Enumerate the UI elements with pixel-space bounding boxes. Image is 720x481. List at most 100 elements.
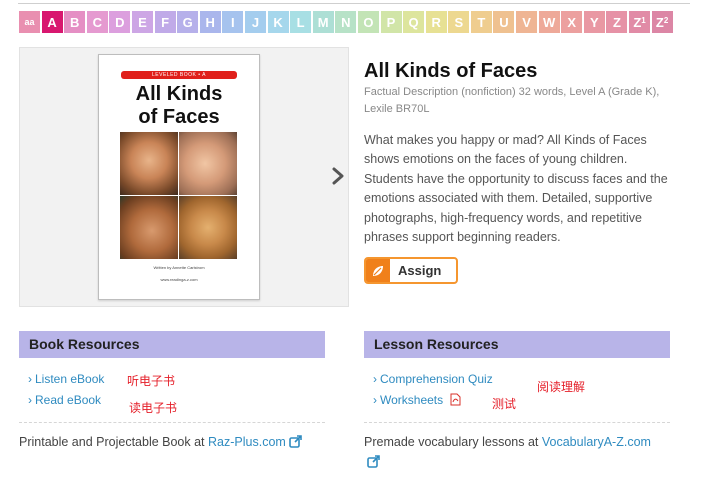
level-label: M bbox=[317, 14, 329, 30]
chevron-right-icon: › bbox=[28, 393, 32, 407]
level-v[interactable]: V bbox=[516, 11, 538, 33]
chevron-right-icon: › bbox=[373, 372, 377, 386]
level-label: B bbox=[69, 14, 80, 30]
level-c[interactable]: C bbox=[86, 11, 108, 33]
level-r[interactable]: R bbox=[425, 11, 447, 33]
level-i[interactable]: I bbox=[222, 11, 244, 33]
read-ebook-note: 读电子书 bbox=[129, 401, 178, 415]
level-g[interactable]: G bbox=[177, 11, 199, 33]
cover-title-line1: All Kinds bbox=[135, 83, 223, 105]
level-label: R bbox=[431, 14, 441, 30]
level-label: L bbox=[296, 14, 305, 30]
leveled-book-band: LEVELED BOOK • A bbox=[121, 71, 237, 79]
level-superscript: 1 bbox=[641, 15, 646, 25]
listen-ebook-note: 听电子书 bbox=[127, 374, 176, 388]
level-z2[interactable]: Z2 bbox=[651, 11, 673, 33]
book-title: All Kinds of Faces bbox=[364, 60, 538, 82]
assign-button[interactable]: Assign bbox=[364, 257, 458, 284]
level-label: X bbox=[567, 14, 577, 30]
level-label: F bbox=[161, 14, 170, 30]
level-label: S bbox=[454, 14, 464, 30]
cover-photos bbox=[120, 132, 237, 259]
level-label: Y bbox=[590, 14, 599, 30]
chevron-right-icon: › bbox=[28, 372, 32, 386]
lesson-resources-footer-text: Premade vocabulary lessons at bbox=[364, 435, 542, 449]
top-divider bbox=[18, 3, 690, 4]
level-o[interactable]: O bbox=[357, 11, 379, 33]
level-e[interactable]: E bbox=[131, 11, 153, 33]
read-ebook-link[interactable]: › Read eBook bbox=[28, 393, 101, 407]
level-a[interactable]: A bbox=[41, 11, 63, 33]
level-label: Z bbox=[655, 14, 664, 30]
level-m[interactable]: M bbox=[312, 11, 334, 33]
level-l[interactable]: L bbox=[290, 11, 312, 33]
cover-author: Written by Annette Carlstrom bbox=[153, 265, 205, 270]
level-label: D bbox=[115, 14, 125, 30]
level-j[interactable]: J bbox=[244, 11, 266, 33]
level-b[interactable]: B bbox=[64, 11, 86, 33]
book-description: What makes you happy or mad? All Kinds o… bbox=[364, 133, 668, 245]
level-label: Q bbox=[408, 14, 419, 30]
level-label: G bbox=[182, 14, 193, 30]
lesson-resources-heading: Lesson Resources bbox=[364, 331, 670, 358]
chevron-right-icon: › bbox=[373, 393, 377, 407]
level-w[interactable]: W bbox=[538, 11, 560, 33]
external-link-icon[interactable] bbox=[367, 455, 380, 468]
next-page-chevron-icon[interactable] bbox=[330, 166, 346, 186]
worksheets-label: Worksheets bbox=[380, 393, 444, 407]
level-label: H bbox=[205, 14, 215, 30]
level-d[interactable]: D bbox=[109, 11, 131, 33]
level-p[interactable]: P bbox=[380, 11, 402, 33]
external-link-icon[interactable] bbox=[289, 435, 302, 448]
comprehension-quiz-link[interactable]: › Comprehension Quiz bbox=[373, 372, 493, 386]
cover-title: All Kinds of Faces bbox=[99, 83, 259, 129]
level-k[interactable]: K bbox=[267, 11, 289, 33]
level-n[interactable]: N bbox=[335, 11, 357, 33]
level-label: J bbox=[251, 14, 260, 30]
level-h[interactable]: H bbox=[199, 11, 221, 33]
level-x[interactable]: X bbox=[561, 11, 583, 33]
read-ebook-label: Read eBook bbox=[35, 393, 102, 407]
pdf-icon bbox=[450, 393, 461, 406]
level-z1[interactable]: Z1 bbox=[629, 11, 651, 33]
level-label: aa bbox=[24, 17, 35, 27]
cover-photo bbox=[120, 132, 178, 195]
cover-title-line2: of Faces bbox=[138, 106, 220, 128]
book-resources-heading: Book Resources bbox=[19, 331, 325, 358]
book-resources-divider bbox=[19, 422, 325, 423]
level-t[interactable]: T bbox=[470, 11, 492, 33]
level-z[interactable]: Z bbox=[606, 11, 628, 33]
cover-photo bbox=[179, 132, 237, 195]
level-u[interactable]: U bbox=[493, 11, 515, 33]
worksheets-link[interactable]: › Worksheets bbox=[373, 393, 461, 407]
level-label: T bbox=[477, 14, 486, 30]
worksheets-note: 测试 bbox=[492, 397, 517, 411]
level-s[interactable]: S bbox=[448, 11, 470, 33]
listen-ebook-link[interactable]: › Listen eBook bbox=[28, 372, 104, 386]
level-label: O bbox=[363, 14, 374, 30]
lesson-resources-divider bbox=[364, 422, 670, 423]
cover-photo bbox=[120, 196, 178, 259]
book-resources-footer-text: Printable and Projectable Book at bbox=[19, 435, 209, 449]
level-label: N bbox=[341, 14, 351, 30]
level-q[interactable]: Q bbox=[403, 11, 425, 33]
raz-plus-link[interactable]: Raz-Plus.com bbox=[208, 435, 286, 449]
book-resources-footer: Printable and Projectable Book at Raz-Pl… bbox=[19, 432, 339, 452]
cover-photo bbox=[179, 196, 237, 259]
level-label: E bbox=[138, 14, 147, 30]
reading-level-bar: aa A B C D E F G H I J K L M N O P Q R S T U V W X Y Z Z 1 Z 2 bbox=[19, 11, 674, 33]
vocabulary-a-z-link[interactable]: VocabularyA-Z.com bbox=[542, 435, 651, 449]
level-label: C bbox=[92, 14, 102, 30]
level-f[interactable]: F bbox=[154, 11, 176, 33]
level-label: Z bbox=[612, 14, 621, 30]
comprehension-quiz-note: 阅读理解 bbox=[537, 380, 586, 394]
assign-label: Assign bbox=[398, 263, 442, 278]
assign-leaf-icon bbox=[366, 259, 390, 282]
level-y[interactable]: Y bbox=[583, 11, 605, 33]
level-label: K bbox=[273, 14, 283, 30]
comprehension-quiz-label: Comprehension Quiz bbox=[380, 372, 493, 386]
book-cover[interactable]: LEVELED BOOK • A All Kinds of Faces Writ… bbox=[98, 54, 260, 300]
level-label: U bbox=[499, 14, 509, 30]
level-aa[interactable]: aa bbox=[19, 11, 40, 33]
level-superscript: 2 bbox=[663, 15, 669, 25]
